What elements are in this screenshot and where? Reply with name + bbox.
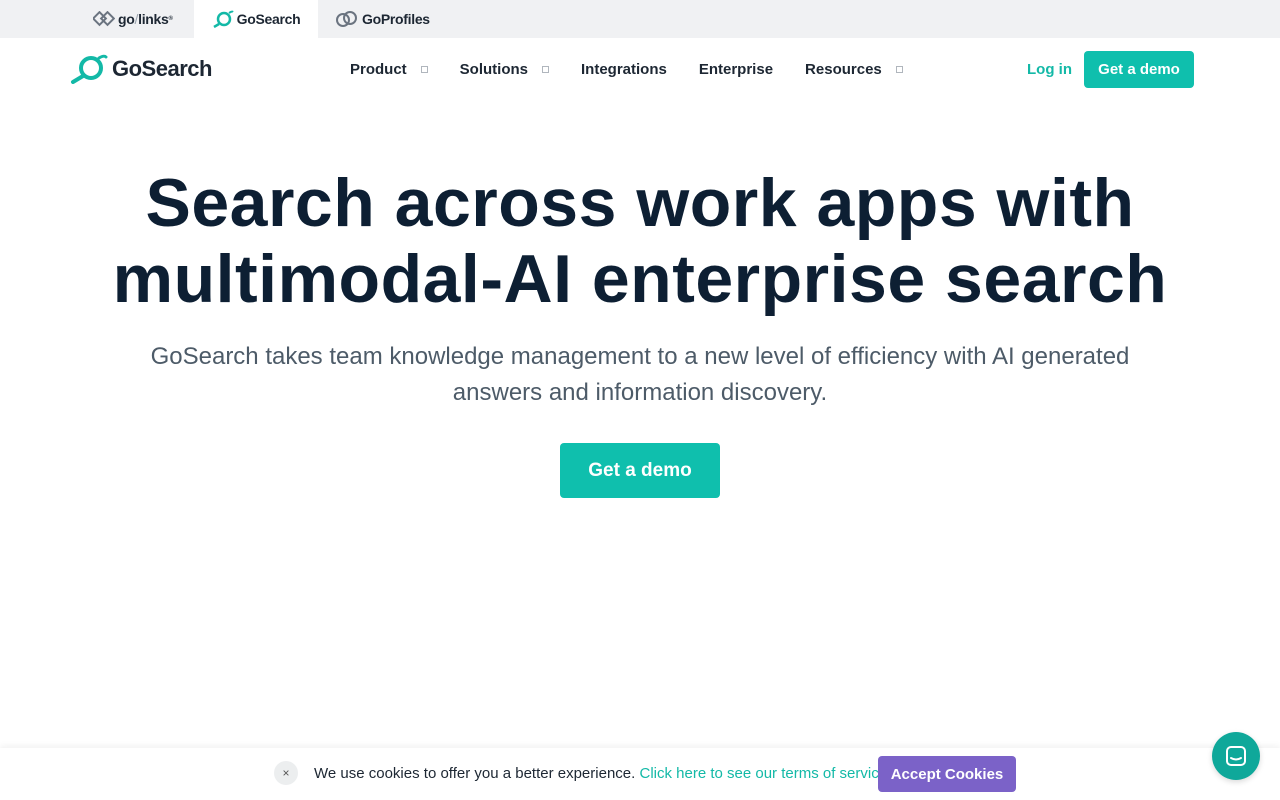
hero-title: Search across work apps with multimodal-…: [0, 165, 1280, 317]
golinks-links: links: [138, 11, 169, 27]
accept-cookies-button[interactable]: Accept Cookies: [878, 756, 1016, 792]
chevron-down-icon: [542, 65, 549, 73]
goprofiles-logo-icon: [336, 11, 357, 27]
cookie-text: We use cookies to offer you a better exp…: [314, 765, 636, 782]
nav-item-enterprise[interactable]: Enterprise: [699, 61, 773, 78]
nav-item-product[interactable]: Product: [350, 61, 428, 78]
cookie-banner: × We use cookies to offer you a better e…: [0, 748, 1280, 800]
login-link[interactable]: Log in: [1027, 61, 1072, 78]
chevron-down-icon: [420, 65, 428, 73]
close-icon[interactable]: ×: [274, 761, 298, 785]
goprofiles-tab-label: GoProfiles: [362, 11, 430, 27]
tab-golinks[interactable]: go / links ®: [93, 0, 194, 38]
nav-item-label: Integrations: [581, 60, 667, 78]
brand-logo[interactable]: GoSearch: [70, 54, 212, 84]
nav-item-label: Enterprise: [698, 60, 774, 78]
product-switcher: go / links ® GoSearch GoProfiles: [0, 0, 1280, 38]
get-demo-button[interactable]: Get a demo: [1084, 51, 1194, 88]
gosearch-logo-icon: [212, 10, 234, 28]
hero-get-demo-button[interactable]: Get a demo: [560, 443, 720, 498]
chat-icon: [1226, 746, 1246, 766]
nav-menu: Product Solutions Integrations Enterpris…: [350, 38, 935, 100]
nav-item-label: Product: [350, 60, 407, 78]
main-nav: GoSearch Product Solutions Integrations …: [0, 38, 1280, 100]
gosearch-tab-label: GoSearch: [236, 11, 301, 27]
golinks-go: go: [118, 11, 135, 27]
terms-link[interactable]: Click here to see our terms of service.: [639, 765, 891, 782]
golinks-mark: ®: [168, 16, 173, 22]
hero-subtitle: GoSearch takes team knowledge management…: [150, 343, 1130, 406]
hero-title-line-1: Search across work apps with: [145, 165, 1135, 241]
nav-item-label: Solutions: [459, 60, 528, 78]
cookie-message: We use cookies to offer you a better exp…: [314, 765, 891, 782]
hero-title-line-2: multimodal-AI enterprise search: [112, 241, 1168, 317]
nav-item-solutions[interactable]: Solutions: [460, 61, 549, 78]
tab-goprofiles[interactable]: GoProfiles: [335, 0, 445, 38]
brand-name: GoSearch: [112, 56, 212, 81]
nav-item-resources[interactable]: Resources: [805, 61, 903, 78]
golinks-logo-icon: [93, 11, 115, 27]
nav-item-label: Resources: [805, 60, 882, 78]
chat-launcher-button[interactable]: [1212, 732, 1260, 780]
chevron-down-icon: [895, 65, 903, 73]
nav-item-integrations[interactable]: Integrations: [581, 61, 667, 78]
tab-gosearch[interactable]: GoSearch: [194, 0, 318, 38]
gosearch-logo-icon: [71, 54, 108, 84]
